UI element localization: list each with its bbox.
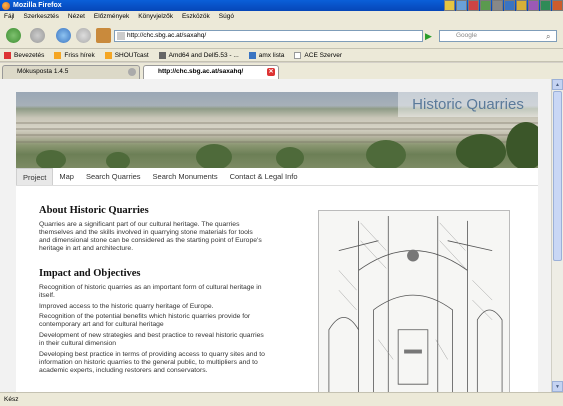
menu-view[interactable]: Nézet [68, 11, 85, 23]
objective-item: Recognition of the potential benefits wh… [39, 313, 251, 328]
tray-icon[interactable] [456, 0, 467, 11]
scroll-up-icon[interactable]: ▲ [552, 79, 563, 90]
site-nav: Project Map Search Quarries Search Monum… [16, 168, 538, 186]
nav-project[interactable]: Project [16, 168, 54, 185]
go-icon[interactable]: ▶ [425, 31, 435, 41]
nav-search-quarries[interactable]: Search Quarries [80, 168, 147, 185]
nav-search-monuments[interactable]: Search Monuments [147, 168, 224, 185]
bookmark-item[interactable]: Amd64 and Dell5.53 - ... [158, 51, 239, 59]
quarry-banner-image: Historic Quarries [16, 92, 538, 168]
tray-icon[interactable] [444, 0, 455, 11]
stop-icon[interactable] [76, 28, 91, 43]
objective-item: Development of new strategies and best p… [39, 332, 264, 347]
menu-bookmarks[interactable]: Könyvjelzők [138, 11, 173, 23]
menu-file[interactable]: Fájl [4, 11, 14, 23]
tray-icon[interactable] [528, 0, 539, 11]
search-placeholder: Google [456, 32, 477, 39]
page-icon [294, 51, 302, 59]
bookmark-label: Amd64 and Dell5.53 - ... [168, 51, 239, 59]
rss-icon [54, 51, 62, 59]
status-bar: Kész [0, 392, 563, 406]
tab-active[interactable]: http://chc.sbg.ac.at/saxahq/ ✕ [143, 65, 279, 79]
tab-close-icon[interactable]: ✕ [267, 68, 275, 76]
bookmark-label: Friss hírek [64, 51, 95, 59]
bookmark-item[interactable]: amx lista [248, 51, 285, 59]
tray-icon[interactable] [552, 0, 563, 11]
window-titlebar: Mozilla Firefox [0, 0, 563, 11]
tab-label: http://chc.sbg.ac.at/saxahq/ [158, 68, 244, 75]
nav-contact[interactable]: Contact & Legal Info [224, 168, 304, 185]
firefox-icon [2, 2, 10, 10]
about-heading: About Historic Quarries [39, 205, 149, 216]
tray-icon[interactable] [540, 0, 551, 11]
page-favicon [117, 32, 125, 40]
home-icon[interactable] [96, 28, 111, 43]
tab-label: Mókusposta 1.4.5 [17, 68, 69, 75]
bookmark-label: SHOUTcast [114, 51, 149, 59]
bookmark-item[interactable]: Bevezetés [4, 51, 45, 59]
address-bar[interactable]: http://chc.sbg.ac.at/saxahq/ [114, 30, 423, 42]
status-text: Kész [4, 396, 19, 403]
nav-map[interactable]: Map [53, 168, 80, 185]
bookmark-item[interactable]: ACE Szerver [294, 51, 342, 59]
tray-icon[interactable] [504, 0, 515, 11]
bookmark-icon [158, 51, 166, 59]
address-url: http://chc.sbg.ac.at/saxahq/ [127, 32, 207, 39]
tab-loading-icon [128, 68, 136, 76]
tray-icon[interactable] [480, 0, 491, 11]
bookmark-label: ACE Szerver [304, 51, 342, 59]
menu-tools[interactable]: Eszközök [182, 11, 210, 23]
window-title: Mozilla Firefox [13, 2, 62, 9]
tray-icon[interactable] [516, 0, 527, 11]
scroll-down-icon[interactable]: ▼ [552, 381, 563, 392]
back-icon[interactable] [6, 28, 21, 43]
vertical-scrollbar[interactable]: ▲ ▼ [551, 79, 563, 392]
site-brand-title: Historic Quarries [398, 92, 538, 117]
rss-icon [104, 51, 112, 59]
forward-icon[interactable] [30, 28, 45, 43]
reload-icon[interactable] [56, 28, 71, 43]
objective-item: Developing best practice in terms of pro… [39, 351, 265, 374]
menu-edit[interactable]: Szerkesztés [23, 11, 58, 23]
scroll-thumb[interactable] [553, 91, 562, 261]
menu-bar: Fájl Szerkesztés Nézet Előzmények Könyvj… [0, 11, 563, 23]
bookmark-item[interactable]: SHOUTcast [104, 51, 149, 59]
bookmark-icon [4, 51, 11, 59]
tray-icon[interactable] [492, 0, 503, 11]
bookmarks-toolbar: Bevezetés Friss hírek SHOUTcast Amd64 an… [0, 49, 563, 62]
monument-sketch-image [318, 210, 510, 392]
bookmark-label: Bevezetés [14, 51, 45, 59]
site-page: Historic Quarries Project Map Search Qua… [16, 92, 538, 392]
menu-history[interactable]: Előzmények [94, 11, 129, 23]
objective-item: Improved access to the historic quarry h… [39, 303, 214, 310]
search-input[interactable]: Google [439, 30, 557, 42]
search-icon[interactable]: ⌕ [546, 32, 550, 42]
bookmark-icon [248, 51, 256, 59]
tab-strip: Mókusposta 1.4.5 http://chc.sbg.ac.at/sa… [0, 63, 563, 79]
page-viewport: Historic Quarries Project Map Search Qua… [0, 79, 551, 392]
bookmark-item[interactable]: Friss hírek [54, 51, 95, 59]
tray-icon[interactable] [468, 0, 479, 11]
tab-inactive[interactable]: Mókusposta 1.4.5 [2, 65, 140, 79]
about-text: Quarries are a significant part of our c… [39, 221, 262, 252]
objective-item: Recognition of historic quarries as an i… [39, 284, 262, 299]
bookmark-label: amx lista [258, 51, 285, 59]
menu-help[interactable]: Súgó [219, 11, 234, 23]
impact-heading: Impact and Objectives [39, 268, 141, 279]
tray-icons [443, 0, 563, 11]
